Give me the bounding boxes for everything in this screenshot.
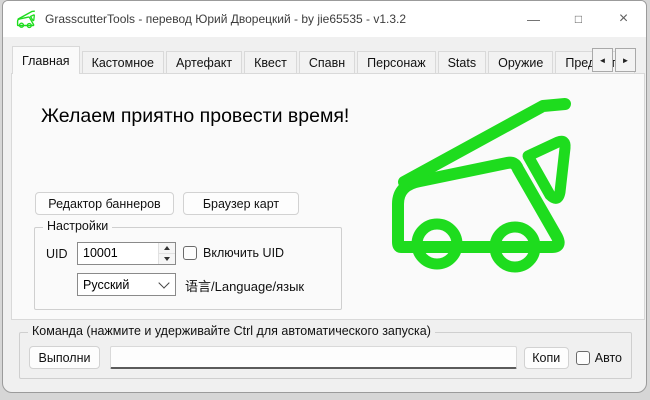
minimize-button[interactable]: — (511, 1, 556, 37)
language-selected-value: Русский (78, 278, 160, 292)
grasscutter-car-logo (391, 92, 573, 282)
tab-оружие[interactable]: Оружие (488, 51, 553, 74)
uid-label: UID (46, 247, 68, 261)
map-browser-button[interactable]: Браузер карт (183, 192, 299, 215)
tab-квест[interactable]: Квест (244, 51, 297, 74)
app-window: GrasscutterTools - перевод Юрий Дворецки… (2, 0, 647, 393)
enable-uid-label[interactable]: Включить UID (203, 246, 284, 260)
app-logo-icon (15, 10, 37, 29)
tab-артефакт[interactable]: Артефакт (166, 51, 242, 74)
banner-editor-button[interactable]: Редактор баннеров (35, 192, 174, 215)
command-input[interactable] (110, 346, 517, 369)
tab-strip: ГлавнаяКастомноеАртефактКвестСпавнПерсон… (12, 47, 590, 74)
command-legend: Команда (нажмите и удерживайте Ctrl для … (28, 324, 435, 338)
tab-scroll-left-button[interactable]: ◄ (592, 48, 613, 72)
uid-spinner (158, 243, 175, 264)
tab-главная[interactable]: Главная (12, 46, 80, 74)
tab-кастомное[interactable]: Кастомное (82, 51, 164, 74)
settings-groupbox: Настройки UID 10001 Включить UID Русский… (34, 227, 342, 310)
close-button[interactable]: × (601, 1, 646, 37)
maximize-button[interactable]: □ (556, 1, 601, 37)
language-caption: 语言/Language/язык (185, 276, 304, 295)
uid-decrement-button[interactable] (159, 254, 175, 264)
title-bar: GrasscutterTools - перевод Юрий Дворецки… (3, 1, 646, 37)
tab-персонаж[interactable]: Персонаж (357, 51, 435, 74)
command-groupbox: Команда (нажмите и удерживайте Ctrl для … (19, 332, 632, 379)
tab-stats[interactable]: Stats (438, 51, 487, 74)
arrow-down-icon (164, 257, 170, 261)
tab-scroll-right-button[interactable]: ► (615, 48, 636, 72)
tab-scrollers: ◄ ► (592, 48, 636, 72)
welcome-text: Желаем приятно провести время! (41, 105, 349, 128)
settings-legend: Настройки (43, 219, 112, 233)
uid-value[interactable]: 10001 (78, 243, 158, 264)
uid-increment-button[interactable] (159, 243, 175, 254)
auto-checkbox[interactable] (576, 351, 590, 365)
arrow-up-icon (164, 246, 170, 250)
command-row: Выполни Копи Авто (29, 346, 622, 369)
chevron-down-icon (158, 277, 169, 288)
auto-label[interactable]: Авто (595, 351, 622, 365)
enable-uid-checkbox[interactable] (183, 246, 197, 260)
copy-command-button[interactable]: Копи (524, 347, 569, 369)
uid-input[interactable]: 10001 (77, 242, 176, 265)
tab-спавн[interactable]: Спавн (299, 51, 355, 74)
window-title: GrasscutterTools - перевод Юрий Дворецки… (45, 12, 511, 26)
tab-page-main: Желаем приятно провести время! Редактор … (11, 73, 645, 320)
run-command-button[interactable]: Выполни (29, 346, 100, 369)
language-select[interactable]: Русский (77, 273, 176, 296)
